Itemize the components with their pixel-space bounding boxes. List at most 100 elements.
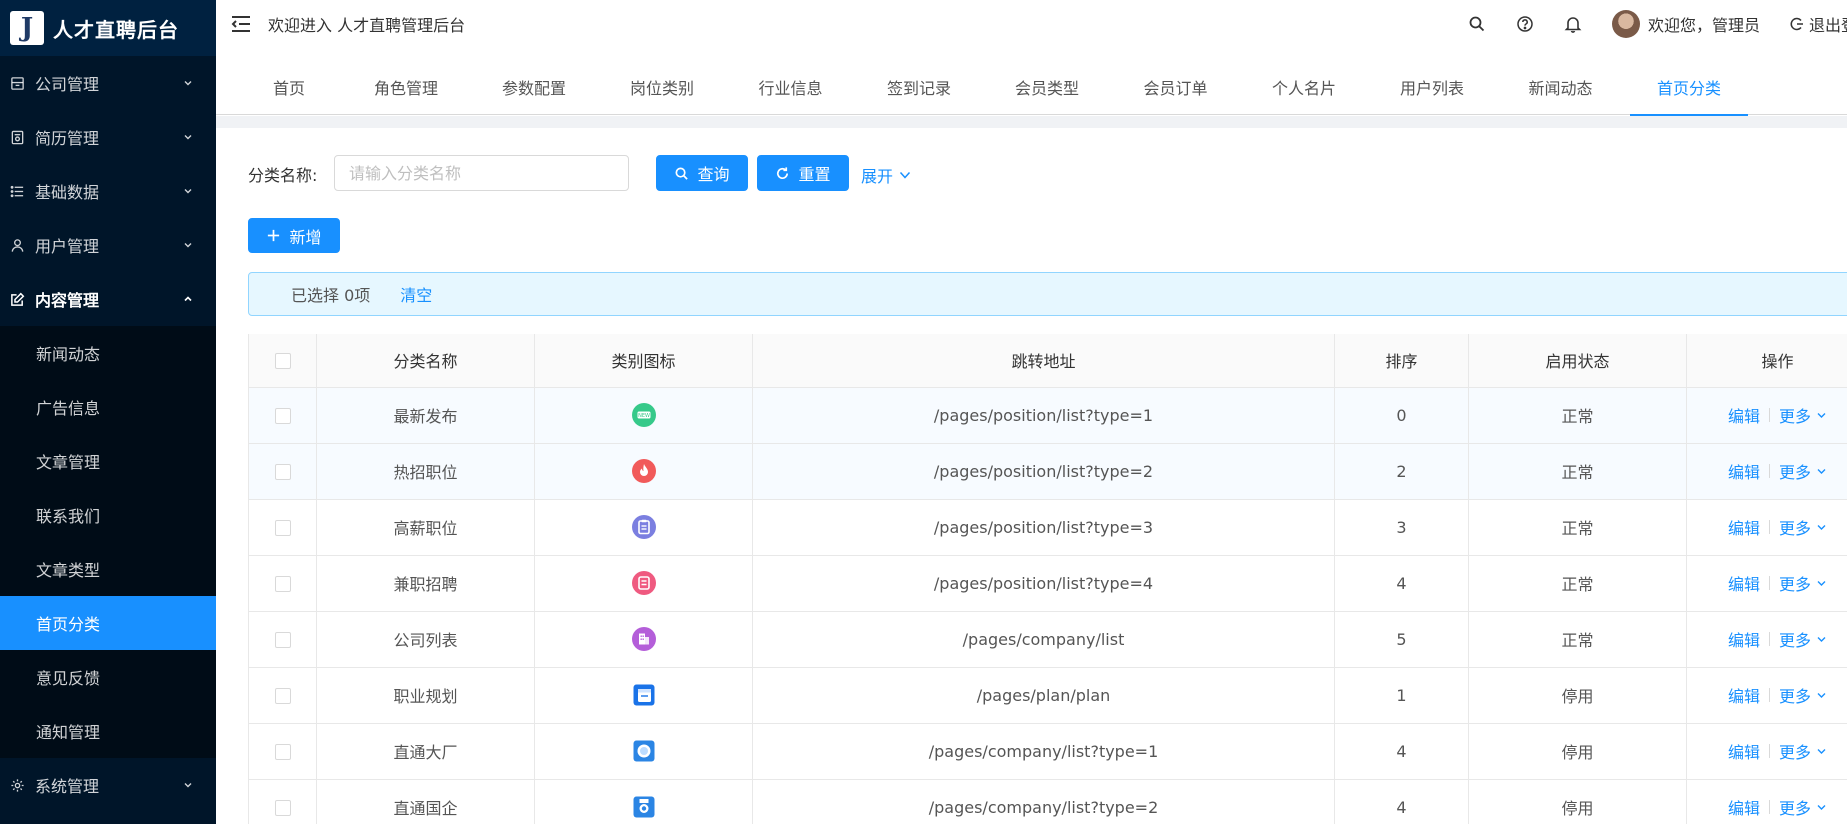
sidebar-item-articles[interactable]: 文章管理 [0, 434, 216, 488]
sidebar-item-notifications[interactable]: 通知管理 [0, 704, 216, 758]
tab-job-categories[interactable]: 岗位类别 [598, 58, 726, 115]
more-dropdown[interactable]: 更多 [1779, 739, 1827, 763]
globe-icon [632, 739, 656, 763]
add-button[interactable]: 新增 [248, 218, 340, 253]
sidebar-item-contact[interactable]: 联系我们 [0, 488, 216, 542]
edit-link[interactable]: 编辑 [1728, 571, 1760, 595]
edit-link[interactable]: 编辑 [1728, 459, 1760, 483]
tab-home[interactable]: 首页 [236, 58, 342, 115]
table-row[interactable]: 高薪职位 /pages/position/list?type=3 3 正常 编辑… [248, 499, 1847, 556]
tab-business-cards[interactable]: 个人名片 [1240, 58, 1368, 115]
more-label: 更多 [1779, 519, 1812, 538]
sidebar-group-content[interactable]: 内容管理 [0, 272, 216, 326]
table-row[interactable]: 职业规划 /pages/plan/plan 1 停用 编辑 更多 [248, 667, 1847, 724]
row-checkbox[interactable] [274, 632, 291, 648]
edit-link[interactable]: 编辑 [1728, 403, 1760, 427]
tab-home-categories[interactable]: 首页分类 [1630, 58, 1748, 116]
sidebar-group-company[interactable]: 公司管理 [0, 56, 216, 110]
app-title: 人才直聘后台 [53, 17, 179, 42]
category-name-input[interactable] [334, 155, 629, 191]
row-select-cell [248, 667, 317, 724]
edit-link[interactable]: 编辑 [1728, 795, 1760, 819]
logout-button[interactable]: 退出登 [1790, 12, 1847, 36]
tab-params[interactable]: 参数配置 [470, 58, 598, 115]
more-dropdown[interactable]: 更多 [1779, 571, 1827, 595]
table-row[interactable]: 热招职位 /pages/position/list?type=2 2 正常 编辑… [248, 443, 1847, 500]
chevron-down-icon [182, 239, 194, 251]
row-actions: 编辑 更多 [1686, 555, 1847, 612]
tab-member-orders[interactable]: 会员订单 [1111, 58, 1240, 115]
sidebar-item-article-types[interactable]: 文章类型 [0, 542, 216, 596]
svg-text:NEW: NEW [638, 413, 650, 419]
tab-news[interactable]: 新闻动态 [1496, 58, 1625, 115]
edit-link[interactable]: 编辑 [1728, 683, 1760, 707]
sidebar-group-system[interactable]: 系统管理 [0, 758, 216, 812]
table-row[interactable]: 兼职招聘 /pages/position/list?type=4 4 正常 编辑… [248, 555, 1847, 612]
clear-selection-link[interactable]: 清空 [400, 282, 432, 306]
row-checkbox[interactable] [274, 576, 291, 592]
sidebar-group-basic-data[interactable]: 基础数据 [0, 164, 216, 218]
logo-mark: J [10, 11, 44, 45]
sidebar-group-user[interactable]: 用户管理 [0, 218, 216, 272]
chevron-down-icon [1817, 804, 1826, 810]
column-header[interactable]: 排序 [1334, 334, 1469, 388]
more-dropdown[interactable]: 更多 [1779, 403, 1827, 427]
row-checkbox[interactable] [274, 688, 291, 704]
user-greeting[interactable]: 欢迎您，管理员 [1648, 12, 1760, 36]
more-dropdown[interactable]: 更多 [1779, 683, 1827, 707]
row-checkbox[interactable] [274, 464, 291, 480]
more-dropdown[interactable]: 更多 [1779, 795, 1827, 819]
help-icon[interactable] [1516, 15, 1534, 33]
category-icon-cell [534, 443, 753, 500]
select-all-checkbox[interactable] [274, 353, 291, 370]
row-checkbox[interactable] [274, 800, 291, 816]
tab-roles[interactable]: 角色管理 [342, 58, 470, 115]
bell-icon[interactable] [1564, 15, 1582, 33]
flame-icon [631, 459, 656, 483]
row-checkbox[interactable] [274, 408, 291, 424]
more-dropdown[interactable]: 更多 [1779, 627, 1827, 651]
avatar[interactable] [1611, 10, 1640, 38]
query-button[interactable]: 查询 [656, 155, 748, 191]
edit-link[interactable]: 编辑 [1728, 627, 1760, 651]
row-checkbox[interactable] [274, 744, 291, 760]
edit-link[interactable]: 编辑 [1728, 515, 1760, 539]
logout-icon [1790, 17, 1803, 31]
tab-member-types[interactable]: 会员类型 [983, 58, 1111, 115]
menu-fold-icon[interactable] [230, 14, 252, 34]
sidebar-item-feedback[interactable]: 意见反馈 [0, 650, 216, 704]
table-row[interactable]: 公司列表 /pages/company/list 5 正常 编辑 更多 [248, 611, 1847, 668]
tab-checkin[interactable]: 签到记录 [855, 58, 983, 115]
sidebar-item-news[interactable]: 新闻动态 [0, 326, 216, 380]
column-header[interactable]: 分类名称 [316, 334, 535, 388]
table-row[interactable]: 直通国企 /pages/company/list?type=2 4 停用 编辑更… [248, 779, 1847, 824]
sidebar-group-resume[interactable]: 简历管理 [0, 110, 216, 164]
app-logo[interactable]: J 人才直聘后台 [0, 0, 216, 56]
table-row[interactable]: 最新发布 NEW /pages/position/list?type=1 0 正… [248, 387, 1847, 444]
edit-link[interactable]: 编辑 [1728, 739, 1760, 763]
content-divider [216, 116, 1847, 128]
table-row[interactable]: 直通大厂 /pages/company/list?type=1 4 停用 编辑更… [248, 723, 1847, 780]
category-name: 最新发布 [316, 387, 535, 444]
tab-user-list[interactable]: 用户列表 [1368, 58, 1496, 115]
column-header[interactable]: 类别图标 [534, 334, 753, 388]
chevron-down-icon [182, 185, 194, 197]
header-actions: 欢迎您，管理员 退出登 [1468, 0, 1847, 48]
jump-url: /pages/position/list?type=2 [752, 443, 1335, 500]
column-header[interactable]: 启用状态 [1468, 334, 1687, 388]
more-dropdown[interactable]: 更多 [1779, 515, 1827, 539]
sidebar-item-home-categories[interactable]: 首页分类 [0, 596, 216, 650]
reset-button[interactable]: 重置 [757, 155, 849, 191]
top-header: 欢迎进入 人才直聘管理后台 欢迎您，管理员 退出登 [216, 0, 1847, 48]
divider [1769, 408, 1770, 422]
tab-industry[interactable]: 行业信息 [726, 58, 855, 115]
expand-toggle[interactable]: 展开 [861, 163, 912, 187]
company-icon [631, 627, 656, 651]
more-dropdown[interactable]: 更多 [1779, 459, 1827, 483]
row-checkbox[interactable] [274, 520, 291, 536]
column-header[interactable]: 跳转地址 [752, 334, 1335, 388]
sort-order: 4 [1334, 779, 1469, 824]
search-icon[interactable] [1468, 15, 1486, 33]
sidebar-item-ads[interactable]: 广告信息 [0, 380, 216, 434]
divider [1769, 576, 1770, 590]
